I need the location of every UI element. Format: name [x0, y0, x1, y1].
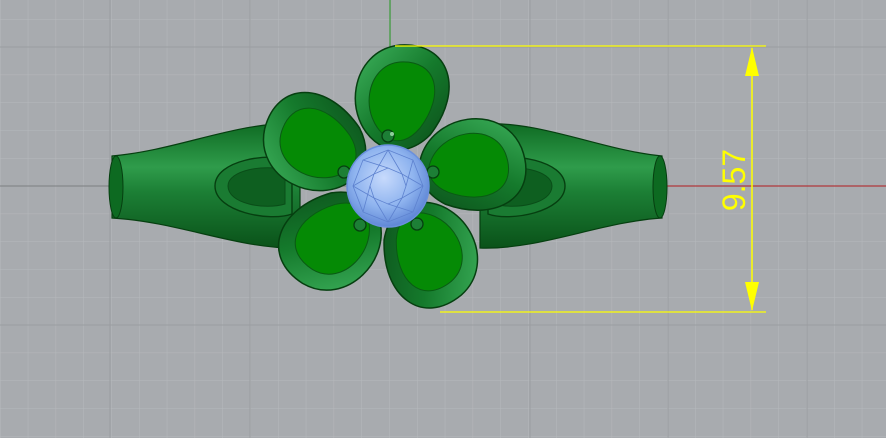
prong: [353, 218, 367, 232]
dimension-value: 9.57: [716, 149, 752, 211]
rhino-top-viewport[interactable]: 9.57: [0, 0, 886, 438]
prong: [410, 217, 424, 231]
center-stone[interactable]: [346, 144, 430, 228]
prong: [381, 129, 395, 143]
prong: [390, 132, 394, 136]
prong: [426, 165, 440, 179]
viewport-canvas[interactable]: 9.57: [0, 0, 886, 438]
